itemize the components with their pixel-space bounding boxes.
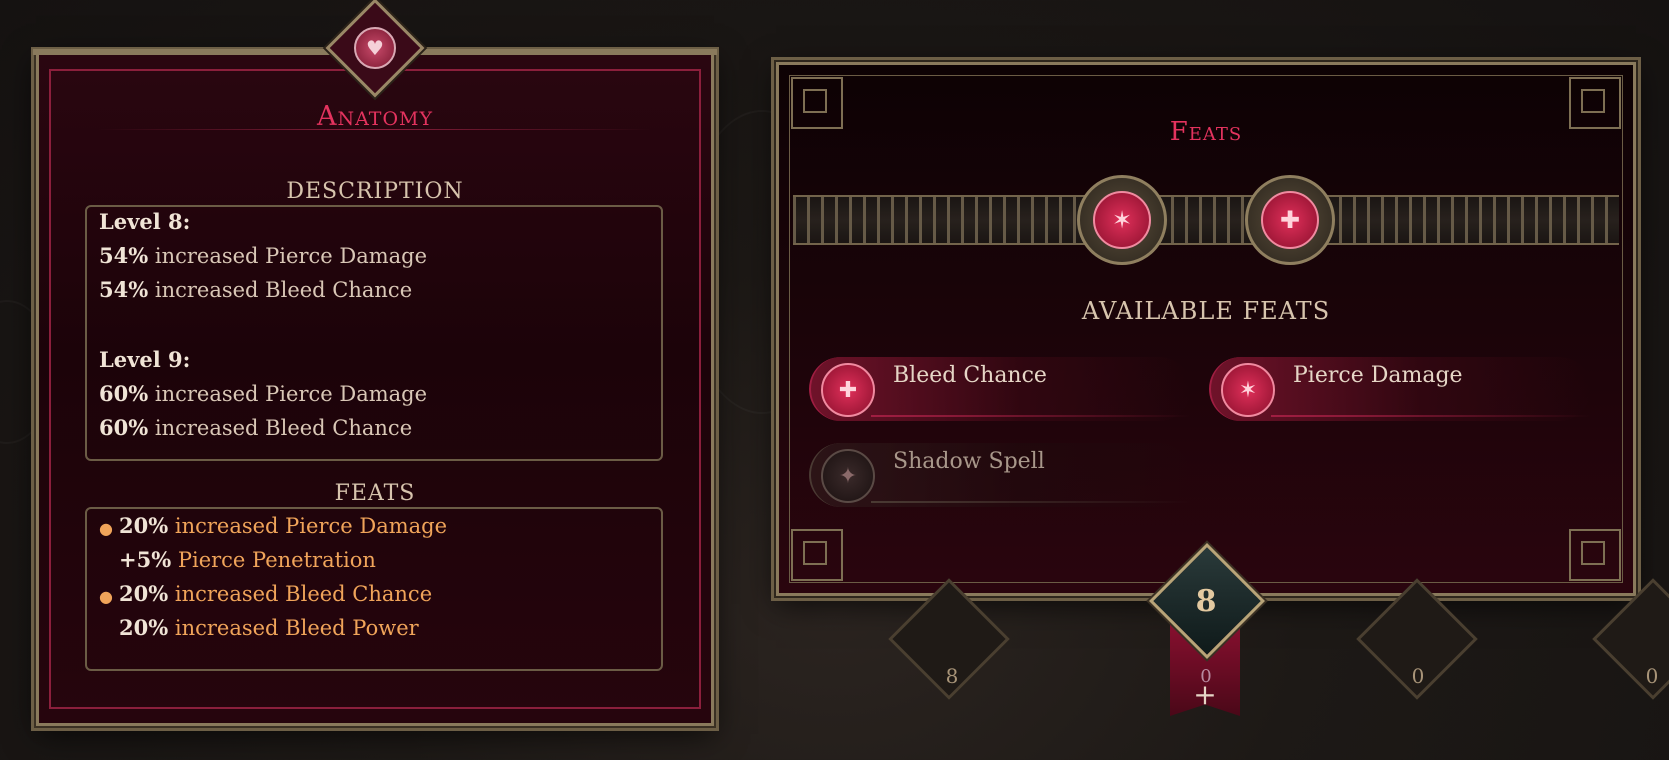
pierce-icon: ✶ <box>1221 363 1275 417</box>
feat-bonus-line: 20% increased Bleed Power <box>119 615 419 640</box>
level-heading: Level 8: <box>99 209 191 234</box>
level-stat-line: 60% increased Bleed Chance <box>99 415 413 440</box>
level-stat-line: 60% increased Pierce Damage <box>99 381 428 406</box>
badge-level: 0 <box>1645 664 1659 688</box>
feat-option-label: Shadow Spell <box>893 449 1045 474</box>
corner-ornament <box>1569 529 1621 581</box>
feat-slot-1[interactable]: ✶ <box>1077 175 1167 265</box>
feat-option-bleed-chance[interactable]: ✚ Bleed Chance <box>809 357 1191 421</box>
anatomy-title: Anatomy <box>316 101 434 132</box>
add-point-button[interactable]: + <box>1190 678 1220 711</box>
feat-slot-2[interactable]: ✚ <box>1245 175 1335 265</box>
level-stat-line: 54% increased Pierce Damage <box>99 243 428 268</box>
badge-level: 0 <box>1411 664 1425 688</box>
feat-underline <box>871 415 1191 417</box>
bleed-icon: ✚ <box>1261 191 1319 249</box>
bullet-icon: ● <box>99 587 113 606</box>
description-label: DESCRIPTION <box>286 179 464 204</box>
feat-option-shadow-spell[interactable]: ✦ Shadow Spell <box>809 443 1191 507</box>
available-feats-label: AVAILABLE FEATS <box>1081 297 1331 325</box>
feat-bonus-line: +5% Pierce Penetration <box>119 547 376 572</box>
anatomy-panel: ♥ Anatomy DESCRIPTION Level 8: 54% incre… <box>33 0 717 726</box>
feats-title: Feats <box>1169 117 1243 147</box>
feats-panel: Feats ✶ ✚ AVAILABLE FEATS ✚ Bleed Chance… <box>776 62 1636 596</box>
feats-label: FEATS <box>334 481 416 506</box>
shadow-icon: ✦ <box>821 449 875 503</box>
bleed-icon: ✚ <box>821 363 875 417</box>
heart-icon: ♥ <box>354 27 396 69</box>
feat-underline <box>871 501 1191 503</box>
badge-level: 8 <box>945 664 959 688</box>
feat-underline <box>1271 415 1591 417</box>
selected-level: 8 <box>1195 584 1217 619</box>
title-divider <box>99 129 651 130</box>
level-heading: Level 9: <box>99 347 191 372</box>
feat-bonus-line: 20% increased Bleed Chance <box>119 581 433 606</box>
meander-band <box>793 195 1619 245</box>
corner-ornament <box>791 529 843 581</box>
feat-option-pierce-damage[interactable]: ✶ Pierce Damage <box>1209 357 1591 421</box>
level-stat-line: 54% increased Bleed Chance <box>99 277 413 302</box>
feat-option-label: Pierce Damage <box>1293 363 1463 388</box>
feat-option-label: Bleed Chance <box>893 363 1047 388</box>
pierce-icon: ✶ <box>1093 191 1151 249</box>
feat-bonus-line: 20% increased Pierce Damage <box>119 513 448 538</box>
bullet-icon: ● <box>99 519 113 538</box>
